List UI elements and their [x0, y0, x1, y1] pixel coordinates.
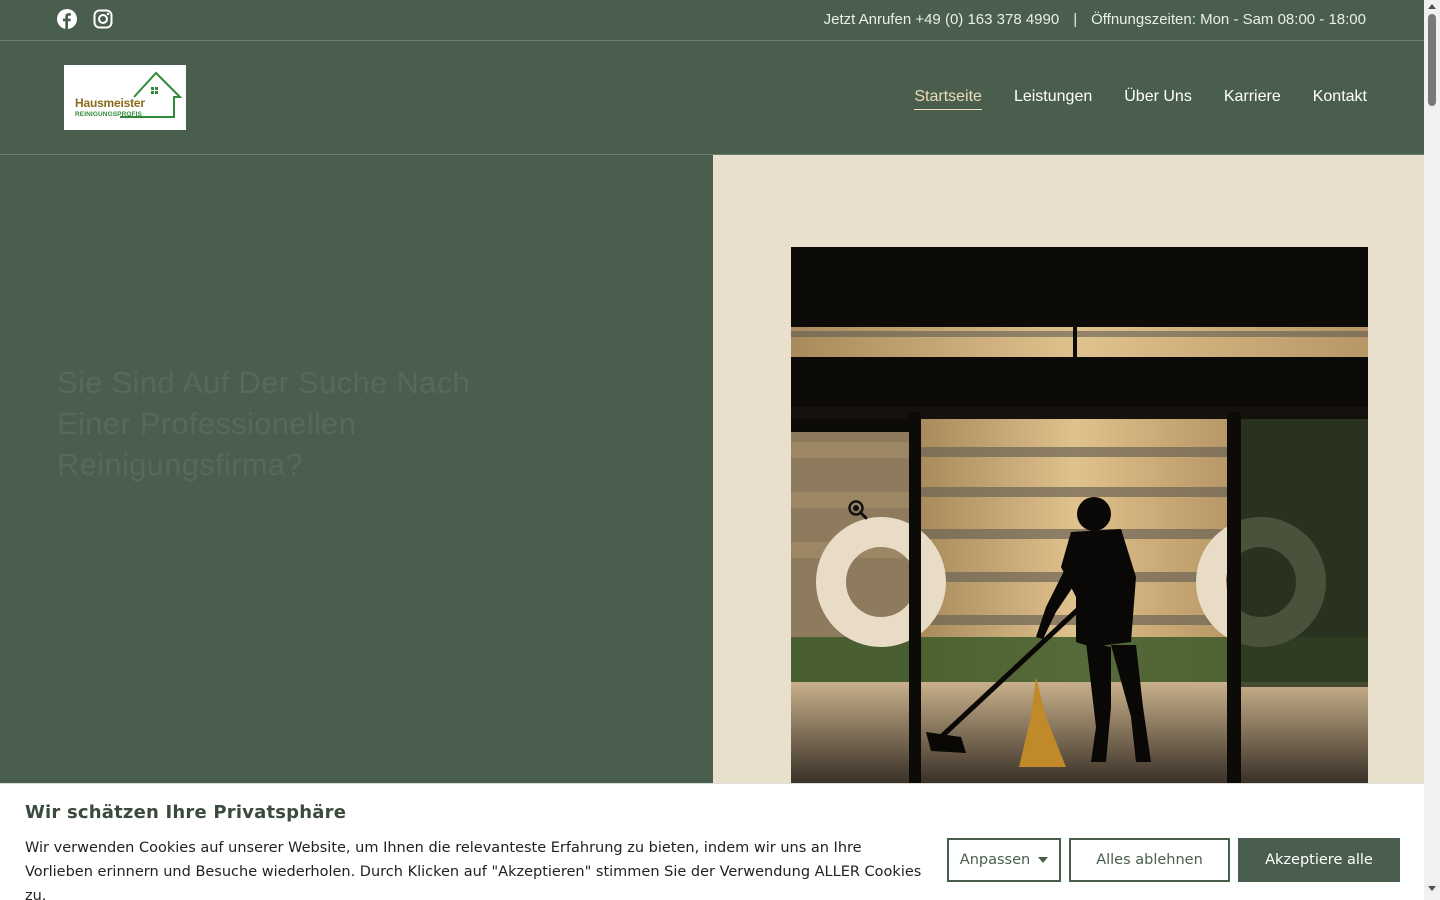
accept-all-button[interactable]: Akzeptiere alle	[1238, 838, 1400, 882]
hero-title: Sie Sind Auf Der Suche Nach Einer Profes…	[57, 365, 471, 482]
scroll-up-icon[interactable]	[1428, 4, 1436, 9]
top-bar: Jetzt Anrufen +49 (0) 163 378 4990 | Öff…	[0, 0, 1424, 41]
main-header: Hausmeister REINIGUNGSPROFIS Startseite …	[0, 41, 1424, 155]
nav-ueber-uns[interactable]: Über Uns	[1124, 88, 1192, 110]
logo-line1: Hausmeister	[75, 96, 145, 110]
social-links	[57, 9, 113, 29]
facebook-icon[interactable]	[57, 9, 77, 29]
nav-leistungen[interactable]: Leistungen	[1014, 88, 1092, 110]
cookie-title: Wir schätzen Ihre Privatsphäre	[25, 802, 347, 823]
page-scrollbar[interactable]	[1424, 0, 1440, 900]
nav-karriere[interactable]: Karriere	[1224, 88, 1281, 110]
main-nav: Startseite Leistungen Über Uns Karriere …	[914, 88, 1367, 110]
separator: |	[1073, 11, 1078, 28]
customize-label: Anpassen	[959, 852, 1031, 868]
logo[interactable]: Hausmeister REINIGUNGSPROFIS	[64, 65, 186, 130]
hero-right	[713, 155, 1424, 783]
contact-info: Jetzt Anrufen +49 (0) 163 378 4990 | Öff…	[824, 11, 1366, 28]
cookie-text: Wir verwenden Cookies auf unserer Websit…	[25, 840, 922, 900]
cookie-banner: Wir schätzen Ihre Privatsphäre Wir verwe…	[0, 783, 1424, 900]
scrollbar-thumb[interactable]	[1428, 14, 1436, 106]
scroll-down-icon[interactable]	[1428, 886, 1436, 891]
hero-left: Sie Sind Auf Der Suche Nach Einer Profes…	[0, 155, 713, 783]
nav-kontakt[interactable]: Kontakt	[1313, 88, 1367, 110]
zoom-icon[interactable]	[848, 500, 868, 525]
phone-text[interactable]: Jetzt Anrufen +49 (0) 163 378 4990	[824, 11, 1060, 28]
customize-button[interactable]: Anpassen	[947, 838, 1061, 882]
caret-down-icon	[1038, 857, 1049, 863]
nav-startseite[interactable]: Startseite	[914, 88, 982, 110]
opening-hours: Öffnungszeiten: Mon - Sam 08:00 - 18:00	[1091, 11, 1366, 28]
logo-line2: REINIGUNGSPROFIS	[75, 111, 142, 118]
hero-image[interactable]	[791, 247, 1368, 783]
instagram-icon[interactable]	[93, 9, 113, 29]
reject-all-button[interactable]: Alles ablehnen	[1069, 838, 1230, 882]
cleaning-photo	[791, 247, 1368, 783]
